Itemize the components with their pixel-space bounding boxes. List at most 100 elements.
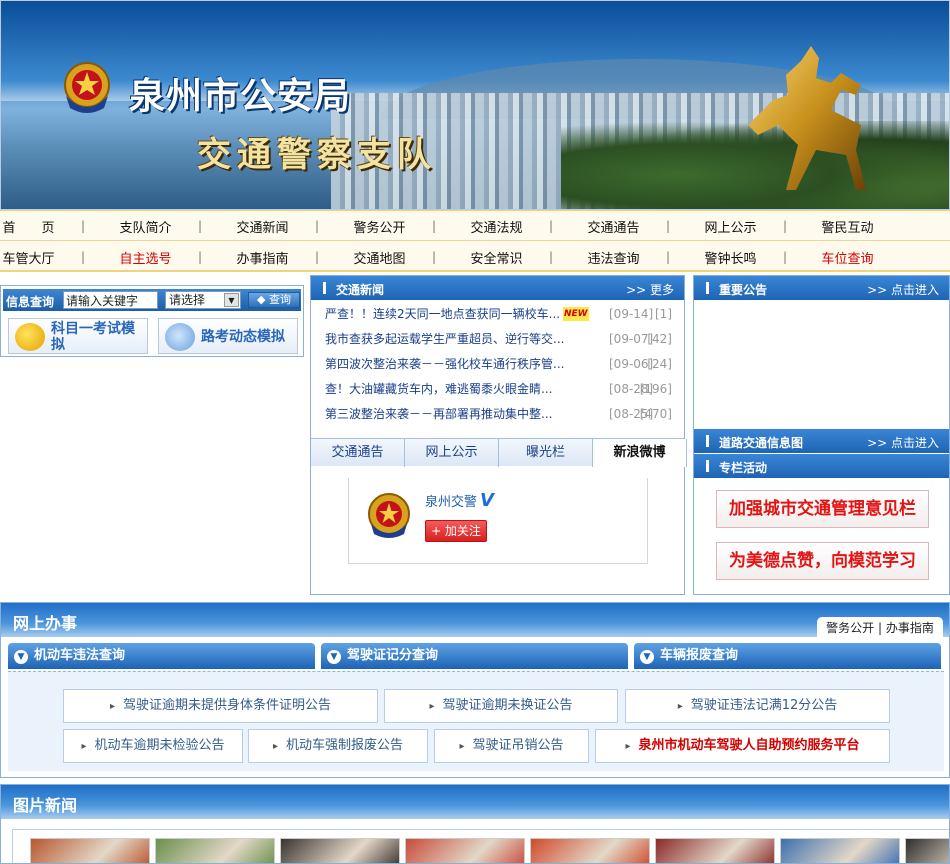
news-date: [09-14] xyxy=(609,307,654,321)
online-services-bar: 网上办事 警务公开 | 办事指南 xyxy=(1,603,949,639)
nav-link[interactable]: 交通新闻 xyxy=(204,217,321,236)
tab-2[interactable]: 网上公示 xyxy=(405,439,499,467)
news-view-count: [196] xyxy=(639,382,672,396)
announcement-link[interactable]: 驾驶证违法记满12分公告 xyxy=(625,689,890,723)
news-photo-thumbnail[interactable] xyxy=(905,838,949,863)
nav-separator: | xyxy=(198,219,203,233)
query-category-tab[interactable]: ▼ 驾驶证记分查询 xyxy=(321,643,628,669)
news-item[interactable]: 第三波整治来袭－－再部署再推动集中整... [08-25] [470] xyxy=(311,402,684,427)
weibo-name-text: 泉州交警 xyxy=(425,495,478,510)
announcement-links: 驾驶证逾期未提供身体条件证明公告驾驶证逾期未换证公告驾驶证违法记满12分公告机动… xyxy=(8,671,944,771)
main-nav: 首 页 | 支队简介 | 交通新闻 | 警务公开 | 交通法规 | 交通通告 | 网上公示 | 警民互动 车… xyxy=(0,210,950,272)
nav-separator: | xyxy=(81,250,86,264)
news-item[interactable]: 第四波次整治来袭－－强化校车通行秩序管... [09-06] [24] xyxy=(311,352,684,377)
left-panel: 信息查询 请选择 ▼ ◆ 查询 科目一考试模拟 路考动态模拟 xyxy=(0,285,304,357)
search-button[interactable]: ◆ 查询 xyxy=(248,292,300,308)
query-category-label: 驾驶证记分查询 xyxy=(347,648,439,663)
announcement-link[interactable]: 机动车强制报废公告 xyxy=(248,729,428,763)
search-bar: 信息查询 请选择 ▼ ◆ 查询 xyxy=(3,289,301,311)
notice-header: 重要公告 >> 点击进入 xyxy=(694,276,949,300)
tab-1[interactable]: 交通通告 xyxy=(311,439,405,467)
news-photo-thumbnail[interactable] xyxy=(280,838,400,863)
notice-title: 重要公告 xyxy=(705,282,768,297)
nav-link[interactable]: 车管大厅 xyxy=(0,248,87,267)
query-category-tab[interactable]: ▼ 车辆报废查询 xyxy=(634,643,941,669)
nav-link[interactable]: 安全常识 xyxy=(438,248,555,267)
news-photo-thumbnail[interactable] xyxy=(780,838,900,863)
nav-link[interactable]: 警务公开 xyxy=(321,217,438,236)
news-headline[interactable]: 严查！！连续2天同一地点查获同一辆校车... xyxy=(325,302,560,327)
column-title: 专栏活动 xyxy=(705,460,768,475)
tab-4[interactable]: 新浪微博 xyxy=(593,439,687,467)
nav-link[interactable]: 自主选号 xyxy=(87,248,204,267)
picture-news-title: 图片新闻 xyxy=(13,796,78,815)
nav-link[interactable]: 警钟长鸣 xyxy=(672,248,789,267)
search-category-select[interactable]: 请选择 ▼ xyxy=(165,291,241,309)
nav-link[interactable]: 支队简介 xyxy=(87,217,204,236)
road-test-simulation-label: 路考动态模拟 xyxy=(201,329,285,345)
picture-news: 图片新闻 xyxy=(0,784,950,864)
traffic-opinion-button[interactable]: 加强城市交通管理意见栏 xyxy=(716,490,929,528)
online-services-links[interactable]: 警务公开 | 办事指南 xyxy=(817,617,943,639)
news-headline[interactable]: 查！大油罐藏货车内，难逃蜀黍火眼金睛... xyxy=(325,377,552,402)
horse-statue-icon xyxy=(748,46,866,190)
site-banner: 泉州市公安局 交通警察支队 xyxy=(0,0,950,210)
nav-link[interactable]: 违法查询 xyxy=(555,248,672,267)
info-tabs: 交通通告 网上公示 曝光栏 新浪微博 xyxy=(311,438,687,467)
news-panel: 交通新闻 >> 更多 严查！！连续2天同一地点查获同一辆校车... NEW [09-… xyxy=(310,275,687,595)
follow-button[interactable]: + 加关注 xyxy=(425,520,487,542)
query-category-label: 车辆报废查询 xyxy=(660,648,739,663)
virtue-praise-button[interactable]: 为美德点赞，向模范学习 xyxy=(716,542,929,580)
news-photo-thumbnail[interactable] xyxy=(655,838,775,863)
road-info-title[interactable]: 道路交通信息图 xyxy=(705,434,803,451)
nav-row-1: 首 页 | 支队简介 | 交通新闻 | 警务公开 | 交通法规 | 交通通告 | 网上公示 | 警民互动 xyxy=(0,211,950,241)
online-services: 网上办事 警务公开 | 办事指南 ▼ 机动车违法查询 ▼ 驾驶证记分查询 ▼ 车辆报废查询… xyxy=(0,602,950,778)
chevron-down-icon: ▼ xyxy=(640,650,654,664)
query-category-tab[interactable]: ▼ 机动车违法查询 xyxy=(8,643,315,669)
announcement-link[interactable]: 驾驶证逾期未提供身体条件证明公告 xyxy=(63,689,378,723)
news-item[interactable]: 严查！！连续2天同一地点查获同一辆校车... NEW [09-14] [1] xyxy=(311,302,684,327)
nav-link[interactable]: 网上公示 xyxy=(672,217,789,236)
weibo-account-name[interactable]: 泉州交警 V xyxy=(425,490,494,511)
query-category-label: 机动车违法查询 xyxy=(34,648,126,663)
nav-link[interactable]: 办事指南 xyxy=(204,248,321,267)
notice-more-link[interactable]: >> 点击进入 xyxy=(867,281,939,298)
tab-3[interactable]: 曝光栏 xyxy=(499,439,593,467)
nav-link[interactable]: 车位查询 xyxy=(789,248,906,267)
news-item[interactable]: 查！大油罐藏货车内，难逃蜀黍火眼金睛... [08-28] [196] xyxy=(311,377,684,402)
nav-link[interactable]: 首 页 xyxy=(0,217,87,236)
news-headline[interactable]: 第三波整治来袭－－再部署再推动集中整... xyxy=(325,402,552,427)
news-more-link[interactable]: >> 更多 xyxy=(626,281,674,298)
announcement-link[interactable]: 驾驶证吊销公告 xyxy=(434,729,589,763)
exam-figures-icon xyxy=(15,323,45,351)
nav-separator: | xyxy=(81,219,86,233)
news-item[interactable]: 我市查获多起运载学生严重超员、逆行等交... [09-07] [42] xyxy=(311,327,684,352)
news-photo-thumbnail[interactable] xyxy=(155,838,275,863)
nav-link[interactable]: 警民互动 xyxy=(789,217,906,236)
exam-simulation-button[interactable]: 科目一考试模拟 xyxy=(8,318,148,354)
news-photo-thumbnail[interactable] xyxy=(30,838,150,863)
verified-icon: V xyxy=(480,490,494,511)
announcement-link[interactable]: 驾驶证逾期未换证公告 xyxy=(384,689,618,723)
news-title: 交通新闻 xyxy=(322,282,385,297)
nav-separator: | xyxy=(315,219,320,233)
news-headline[interactable]: 我市查获多起运载学生严重超员、逆行等交... xyxy=(325,327,564,352)
weibo-card: 泉州交警 V + 加关注 xyxy=(348,478,648,564)
road-test-simulation-button[interactable]: 路考动态模拟 xyxy=(158,318,298,354)
magnifier-icon xyxy=(165,323,195,351)
news-photo-thumbnail[interactable] xyxy=(405,838,525,863)
nav-link[interactable]: 交通地图 xyxy=(321,248,438,267)
news-headline[interactable]: 第四波次整治来袭－－强化校车通行秩序管... xyxy=(325,352,564,377)
road-info-more-link[interactable]: >> 点击进入 xyxy=(867,434,939,451)
nav-separator: | xyxy=(315,250,320,264)
announcement-link[interactable]: 机动车逾期未检验公告 xyxy=(63,729,243,763)
announcement-link[interactable]: 泉州市机动车驾驶人自助预约服务平台 xyxy=(595,729,890,763)
online-services-title: 网上办事 xyxy=(13,614,78,633)
news-view-count: [42] xyxy=(647,332,672,346)
nav-link[interactable]: 交通法规 xyxy=(438,217,555,236)
picture-news-bar: 图片新闻 xyxy=(1,785,949,819)
search-input[interactable] xyxy=(63,291,158,309)
news-view-count: [1] xyxy=(655,307,672,321)
nav-link[interactable]: 交通通告 xyxy=(555,217,672,236)
news-photo-thumbnail[interactable] xyxy=(530,838,650,863)
